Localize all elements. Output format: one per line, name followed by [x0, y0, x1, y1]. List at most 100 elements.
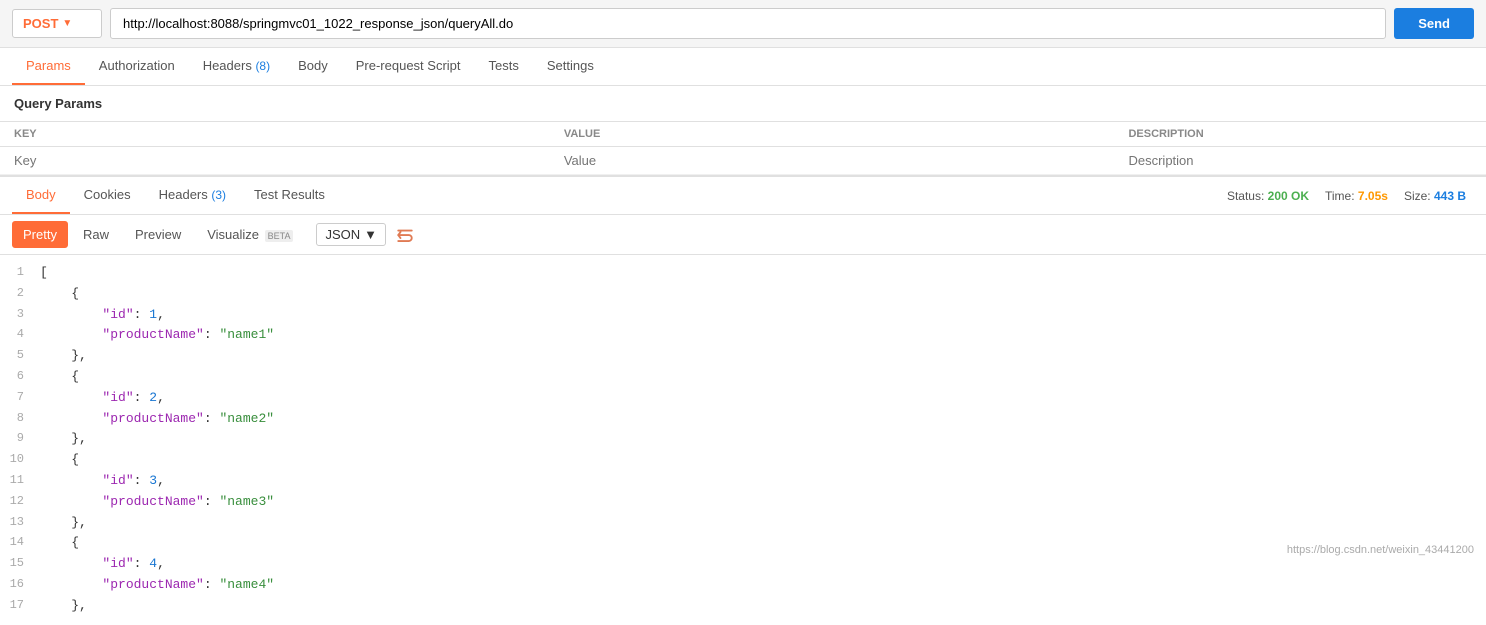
code-line-13: 13 },	[0, 513, 1486, 534]
line-num: 14	[8, 533, 40, 552]
code-content: {	[40, 367, 79, 388]
format-label: JSON	[325, 227, 360, 242]
line-num: 13	[8, 513, 40, 532]
code-line-16: 16 "productName": "name4"	[0, 575, 1486, 596]
code-content: {	[40, 450, 79, 471]
query-params-section: Query Params KEY VALUE DESCRIPTION	[0, 86, 1486, 175]
param-value-input[interactable]	[564, 153, 1101, 168]
request-tabs-bar: Params Authorization Headers (8) Body Pr…	[0, 48, 1486, 86]
line-num: 2	[8, 284, 40, 303]
code-content: {	[40, 284, 79, 305]
response-status: Status: 200 OK Time: 7.05s Size: 443 B	[1227, 189, 1474, 203]
code-line-8: 8 "productName": "name2"	[0, 409, 1486, 430]
code-content: },	[40, 346, 87, 367]
params-table: KEY VALUE DESCRIPTION	[0, 121, 1486, 175]
line-num: 6	[8, 367, 40, 386]
code-content: "productName": "name3"	[40, 492, 274, 513]
code-line-3: 3 "id": 1,	[0, 305, 1486, 326]
format-selector[interactable]: JSON ▼	[316, 223, 386, 246]
col-header-value: VALUE	[550, 122, 1115, 147]
code-line-11: 11 "id": 3,	[0, 471, 1486, 492]
line-num: 5	[8, 346, 40, 365]
resp-format-pretty[interactable]: Pretty	[12, 221, 68, 248]
code-line-2: 2 {	[0, 284, 1486, 305]
code-content: },	[40, 596, 87, 617]
code-line-10: 10 {	[0, 450, 1486, 471]
method-selector[interactable]: POST ▼	[12, 9, 102, 38]
resp-tab-body[interactable]: Body	[12, 177, 70, 214]
code-line-9: 9 },	[0, 429, 1486, 450]
line-num: 3	[8, 305, 40, 324]
code-area: 1 [ 2 { 3 "id": 1, 4 "productName": "nam…	[0, 255, 1486, 625]
code-line-12: 12 "productName": "name3"	[0, 492, 1486, 513]
tab-headers[interactable]: Headers (8)	[189, 48, 284, 85]
line-num: 11	[8, 471, 40, 490]
resp-tab-cookies[interactable]: Cookies	[70, 177, 145, 214]
watermark: https://blog.csdn.net/weixin_43441200	[1287, 544, 1474, 556]
table-row	[0, 147, 1486, 175]
code-line-14: 14 {	[0, 533, 1486, 554]
method-label: POST	[23, 16, 58, 31]
line-num: 16	[8, 575, 40, 594]
code-content: },	[40, 513, 87, 534]
col-header-desc: DESCRIPTION	[1114, 122, 1486, 147]
code-content: "productName": "name1"	[40, 325, 274, 346]
status-label: Status: 200 OK	[1227, 189, 1309, 203]
url-bar: POST ▼ Send	[0, 0, 1486, 48]
resp-format-preview[interactable]: Preview	[124, 221, 192, 248]
code-line-15: 15 "id": 4,	[0, 554, 1486, 575]
line-num: 4	[8, 325, 40, 344]
response-toolbar: Pretty Raw Preview Visualize BETA JSON ▼	[0, 215, 1486, 255]
tab-body[interactable]: Body	[284, 48, 342, 85]
format-chevron-icon: ▼	[364, 227, 377, 242]
beta-badge: BETA	[265, 230, 294, 242]
time-label: Time: 7.05s	[1325, 189, 1388, 203]
code-line-6: 6 {	[0, 367, 1486, 388]
tab-params[interactable]: Params	[12, 48, 85, 85]
status-value: 200 OK	[1268, 189, 1309, 203]
code-line-4: 4 "productName": "name1"	[0, 325, 1486, 346]
code-line-1: 1 [	[0, 263, 1486, 284]
tab-authorization[interactable]: Authorization	[85, 48, 189, 85]
wrap-icon[interactable]	[396, 226, 414, 244]
headers-badge: (8)	[255, 59, 270, 73]
code-content: "id": 2,	[40, 388, 165, 409]
line-num: 9	[8, 429, 40, 448]
line-num: 7	[8, 388, 40, 407]
code-content: "id": 4,	[40, 554, 165, 575]
col-header-key: KEY	[0, 122, 550, 147]
code-line-17: 17 },	[0, 596, 1486, 617]
response-tabs-bar: Body Cookies Headers (3) Test Results St…	[0, 175, 1486, 215]
line-num: 8	[8, 409, 40, 428]
resp-tab-testresults[interactable]: Test Results	[240, 177, 339, 214]
code-content: "productName": "name4"	[40, 575, 274, 596]
code-content: "productName": "name2"	[40, 409, 274, 430]
line-num: 12	[8, 492, 40, 511]
code-content: "id": 1,	[40, 305, 165, 326]
send-button[interactable]: Send	[1394, 8, 1474, 39]
size-value: 443 B	[1434, 189, 1466, 203]
tab-prerequest[interactable]: Pre-request Script	[342, 48, 475, 85]
url-input[interactable]	[110, 8, 1386, 39]
param-desc-input[interactable]	[1128, 153, 1472, 168]
query-params-title: Query Params	[0, 86, 1486, 121]
line-num: 10	[8, 450, 40, 469]
code-line-7: 7 "id": 2,	[0, 388, 1486, 409]
param-key-input[interactable]	[14, 153, 536, 168]
resp-format-visualize[interactable]: Visualize BETA	[196, 221, 304, 248]
line-num: 17	[8, 596, 40, 615]
resp-headers-badge: (3)	[211, 188, 226, 202]
tab-settings[interactable]: Settings	[533, 48, 608, 85]
resp-tab-headers[interactable]: Headers (3)	[145, 177, 240, 214]
line-num: 1	[8, 263, 40, 282]
code-line-5: 5 },	[0, 346, 1486, 367]
code-content: {	[40, 533, 79, 554]
resp-format-raw[interactable]: Raw	[72, 221, 120, 248]
time-value: 7.05s	[1358, 189, 1388, 203]
code-content: "id": 3,	[40, 471, 165, 492]
method-chevron-icon: ▼	[62, 18, 72, 29]
code-content: [	[40, 263, 48, 284]
code-content: },	[40, 429, 87, 450]
tab-tests[interactable]: Tests	[475, 48, 533, 85]
size-label: Size: 443 B	[1404, 189, 1466, 203]
